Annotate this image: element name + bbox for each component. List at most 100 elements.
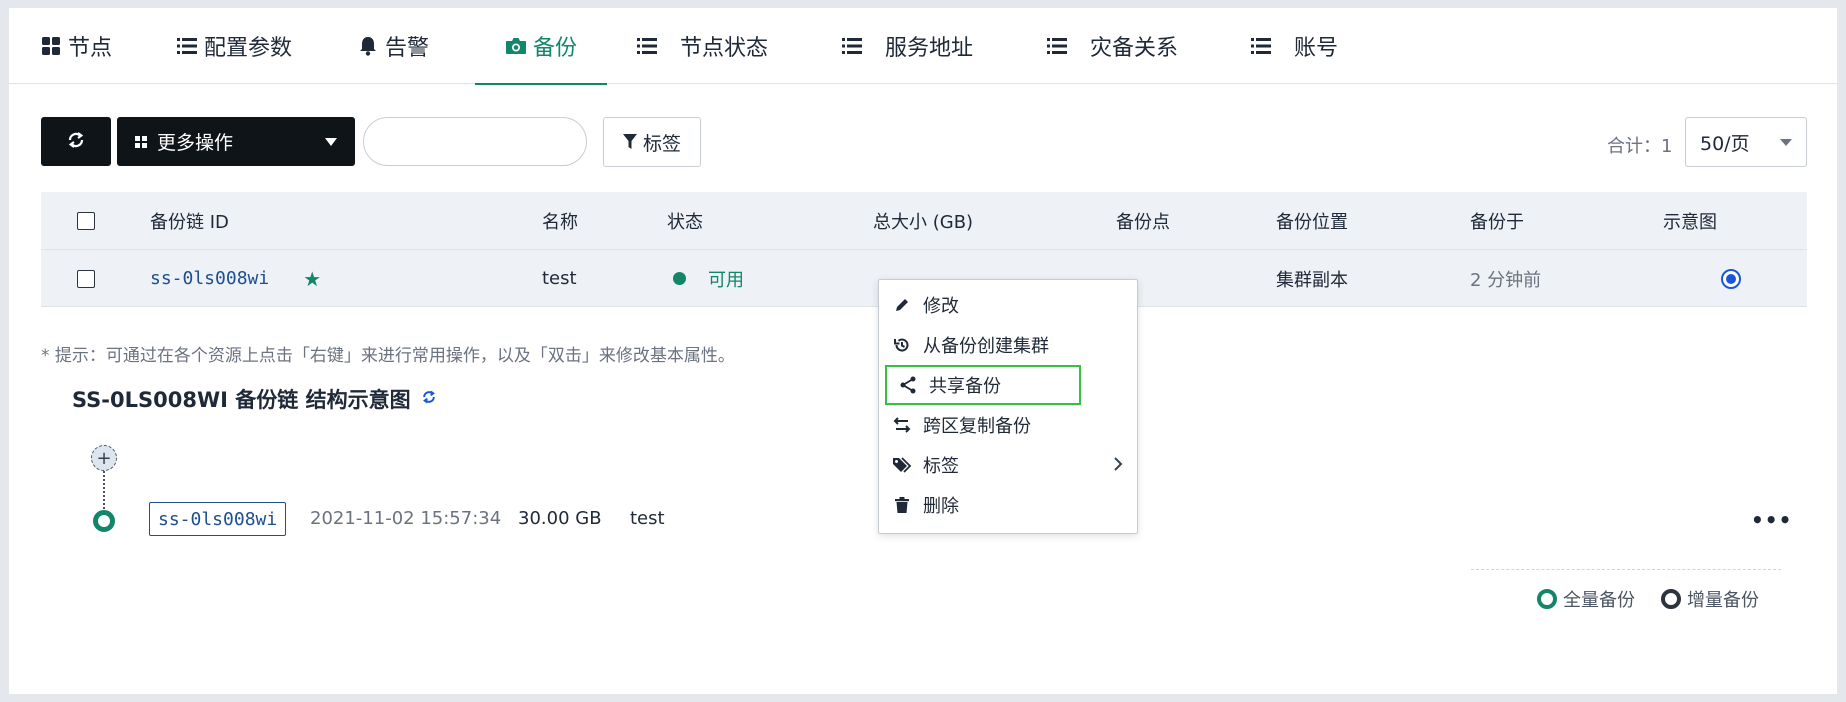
diagram-radio[interactable] — [1721, 268, 1741, 289]
more-actions-label: 更多操作 — [157, 132, 234, 154]
tab-service-address[interactable]: 服务地址 — [841, 8, 973, 84]
tab-alerts[interactable]: 告警 — [357, 8, 429, 84]
tab-label: 配置参数 — [204, 36, 293, 61]
row-checkbox[interactable] — [77, 269, 95, 288]
legend-label: 全量备份 — [1563, 590, 1635, 611]
history-icon — [891, 336, 913, 354]
column-header[interactable]: 备份位置 — [1276, 192, 1348, 250]
total-count: 合计：1 — [1607, 136, 1673, 157]
status-cell: 可用 — [673, 250, 744, 307]
list-icon — [841, 35, 863, 57]
select-all-cell — [77, 192, 95, 250]
backup-node-name: test — [630, 508, 665, 529]
tab-label: 备份 — [533, 36, 578, 61]
backup-node-id-text: ss-0ls008wi — [158, 508, 278, 530]
share-icon — [897, 376, 919, 394]
status-dot-icon — [673, 272, 686, 285]
backup-node-id[interactable]: ss-0ls008wi — [149, 502, 287, 536]
tab-accounts[interactable]: 账号 — [1250, 8, 1338, 84]
hint-text: * 提示：可通过在各个资源上点击「右键」来进行常用操作，以及「双击」来修改基本属… — [41, 346, 735, 366]
chain-connector — [103, 471, 105, 513]
table-header: 备份链 ID 名称 状态 总大小 (GB) 备份点 备份位置 备份于 示意图 — [41, 192, 1807, 250]
location-cell: 集群副本 — [1276, 269, 1348, 291]
column-header[interactable]: 备份点 — [1116, 192, 1170, 250]
trash-icon — [891, 497, 913, 513]
column-header[interactable]: 状态 — [667, 192, 703, 250]
context-menu: 修改 从备份创建集群 共享备份 跨区复制备份 标签 删除 — [878, 279, 1138, 534]
full-backup-legend-icon — [1537, 589, 1557, 609]
tag-filter-label: 标签 — [642, 132, 681, 155]
tab-label: 账号 — [1294, 36, 1339, 61]
column-header[interactable]: 备份链 ID — [150, 192, 229, 250]
tab-label: 灾备关系 — [1090, 36, 1179, 61]
menu-item-label: 标签 — [923, 456, 959, 477]
select-all-checkbox[interactable] — [77, 212, 95, 230]
tab-config-params[interactable]: 配置参数 — [176, 8, 292, 84]
more-options-icon[interactable]: ••• — [1751, 508, 1792, 532]
tag-filter-button[interactable]: 标签 — [603, 117, 701, 167]
menu-item-delete[interactable]: 删除 — [891, 485, 1127, 525]
camera-icon — [505, 35, 527, 57]
refresh-icon — [66, 130, 86, 154]
tags-icon — [891, 456, 913, 474]
full-backup-node[interactable] — [93, 510, 115, 532]
divider — [1471, 569, 1781, 570]
tab-node-status[interactable]: 节点状态 — [636, 8, 768, 84]
star-icon[interactable]: ★ — [303, 267, 321, 291]
legend-incremental-backup: 增量备份 — [1661, 586, 1759, 612]
list-icon — [176, 35, 198, 57]
pencil-icon — [891, 297, 913, 313]
list-icon — [636, 35, 658, 57]
column-header[interactable]: 名称 — [542, 192, 578, 250]
backup-node-time: 2021-11-02 15:57:34 — [310, 508, 502, 529]
diagram-cell — [1721, 250, 1741, 307]
caret-down-icon — [325, 137, 337, 146]
menu-item-cross-region-copy[interactable]: 跨区复制备份 — [891, 405, 1127, 445]
menu-item-share-backup[interactable]: 共享备份 — [885, 365, 1081, 405]
menu-item-create-cluster-from-backup[interactable]: 从备份创建集群 — [891, 325, 1127, 365]
grid-small-icon — [135, 135, 147, 148]
menu-item-tags[interactable]: 标签 — [891, 445, 1127, 485]
legend-label: 增量备份 — [1687, 590, 1759, 611]
add-backup-node[interactable]: + — [91, 445, 117, 471]
tab-label: 服务地址 — [885, 36, 974, 61]
diagram-title-text: SS-0LS008WI 备份链 结构示意图 — [72, 388, 411, 412]
list-icon — [1046, 35, 1068, 57]
menu-item-label: 从备份创建集群 — [923, 336, 1049, 357]
backup-chain-id-cell: ss-0ls008wi ★ — [150, 250, 321, 307]
tab-disaster-recovery[interactable]: 灾备关系 — [1046, 8, 1178, 84]
more-actions-dropdown[interactable]: 更多操作 — [117, 117, 355, 166]
refresh-icon[interactable] — [421, 389, 437, 410]
tab-label: 节点状态 — [680, 36, 769, 61]
page-size-value: 50/页 — [1700, 132, 1750, 155]
legend-full-backup: 全量备份 — [1537, 586, 1635, 612]
incremental-backup-legend-icon — [1661, 589, 1681, 609]
list-icon — [1250, 35, 1272, 57]
tab-label: 节点 — [68, 36, 113, 61]
refresh-button[interactable] — [41, 117, 111, 166]
menu-item-label: 修改 — [923, 296, 959, 317]
column-header[interactable]: 备份于 — [1470, 192, 1524, 250]
column-header[interactable]: 示意图 — [1663, 192, 1717, 250]
diagram-title: SS-0LS008WI 备份链 结构示意图 — [72, 384, 437, 414]
search-input[interactable] — [363, 117, 587, 166]
tab-label: 告警 — [385, 36, 430, 61]
backup-chain-id-link[interactable]: ss-0ls008wi — [150, 268, 269, 289]
backed-up-cell: 2 分钟前 — [1470, 269, 1542, 291]
transfer-icon — [891, 417, 913, 433]
tab-nodes[interactable]: 节点 — [40, 8, 112, 84]
page-size-select[interactable]: 50/页 — [1685, 117, 1807, 167]
tab-bar: 节点 配置参数 告警 备份 节点状态 服务地址 灾备关系 账号 — [9, 8, 1837, 85]
menu-item-edit[interactable]: 修改 — [891, 285, 1127, 325]
row-select-cell — [77, 250, 95, 307]
menu-item-label: 共享备份 — [929, 376, 1001, 397]
grid-icon — [40, 35, 62, 57]
plus-icon: + — [96, 447, 112, 469]
main-panel: 节点 配置参数 告警 备份 节点状态 服务地址 灾备关系 账号 更多操作 标签 … — [9, 8, 1837, 694]
column-header[interactable]: 总大小 (GB) — [873, 192, 973, 250]
tab-backups[interactable]: 备份 — [474, 8, 608, 85]
filter-icon — [622, 134, 637, 150]
menu-item-label: 删除 — [923, 496, 959, 517]
chevron-right-icon — [1113, 456, 1123, 475]
name-cell: test — [542, 268, 577, 289]
